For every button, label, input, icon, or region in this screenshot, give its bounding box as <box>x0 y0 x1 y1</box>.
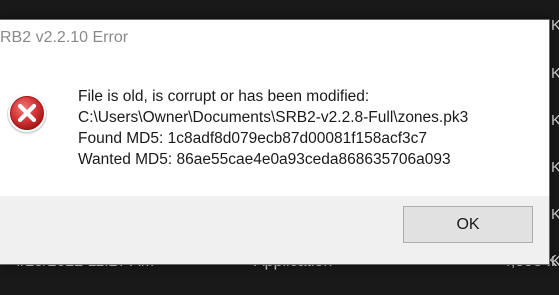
background-row-top <box>0 0 559 16</box>
dialog-title: RB2 v2.2.10 Error <box>0 29 129 46</box>
error-message: File is old, is corrupt or has been modi… <box>78 86 468 170</box>
ok-button[interactable]: OK <box>403 206 533 243</box>
background-size-fragment: K <box>551 65 559 82</box>
message-line: Found MD5: 1c8adf8d079ecb87d00081f158acf… <box>78 130 428 147</box>
background-size-fragment: K <box>551 17 559 34</box>
background-size-fragment: K <box>551 112 559 129</box>
error-icon <box>7 94 47 134</box>
message-line: File is old, is corrupt or has been modi… <box>78 88 370 105</box>
background-size-fragment: K <box>551 206 559 223</box>
dialog-titlebar[interactable]: RB2 v2.2.10 Error <box>0 20 549 58</box>
message-line: Wanted MD5: 86ae55cae4e0a93ceda868635706… <box>78 151 451 168</box>
error-dialog: RB2 v2.2.10 Error File is old, is corrup… <box>0 19 550 265</box>
background-size-fragment: K <box>551 253 559 270</box>
message-line: C:\Users\Owner\Documents\SRB2-v2.2.8-Ful… <box>78 109 469 126</box>
background-size-fragment: K <box>551 159 559 176</box>
